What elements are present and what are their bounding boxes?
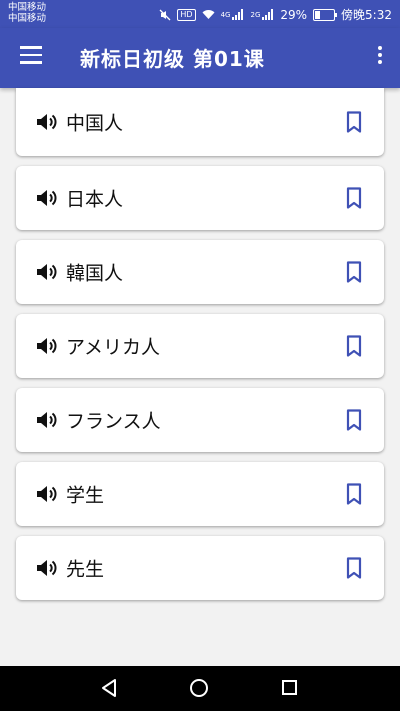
carrier-info: 中国移动 中国移动 xyxy=(8,2,46,24)
word-text: アメリカ人 xyxy=(66,336,161,359)
bookmark-border-icon[interactable] xyxy=(346,335,362,357)
signal-icon xyxy=(232,9,244,20)
status-icons: HD 4G 2G 29% 傍晚5:32 xyxy=(159,6,392,23)
word-text: フランス人 xyxy=(66,410,161,433)
recents-icon[interactable] xyxy=(282,680,297,695)
volume-up-icon[interactable] xyxy=(36,262,58,282)
word-card[interactable]: アメリカ人 xyxy=(16,314,384,378)
word-card[interactable]: 中国人 xyxy=(16,88,384,156)
hd-badge: HD xyxy=(177,8,196,21)
word-text: 先生 xyxy=(66,558,105,581)
word-text: 日本人 xyxy=(66,188,124,211)
system-nav-bar xyxy=(0,666,400,711)
battery-icon xyxy=(313,8,338,21)
network-type-1: 4G xyxy=(220,10,231,19)
bookmark-border-icon[interactable] xyxy=(346,111,362,133)
word-card[interactable]: フランス人 xyxy=(16,388,384,452)
app-bar: 新标日初级 第01课 xyxy=(0,28,400,88)
bookmark-border-icon[interactable] xyxy=(346,409,362,431)
word-card[interactable]: 学生 xyxy=(16,462,384,526)
page-title: 新标日初级 第01课 xyxy=(80,47,265,71)
battery-level xyxy=(315,10,321,19)
word-card[interactable]: 韓国人 xyxy=(16,240,384,304)
signal-icon xyxy=(262,9,274,20)
volume-up-icon[interactable] xyxy=(36,410,58,430)
word-card[interactable]: 先生 xyxy=(16,536,384,600)
more-vert-icon[interactable] xyxy=(376,46,384,70)
menu-icon[interactable] xyxy=(20,46,42,64)
wifi-icon xyxy=(202,10,215,19)
bookmark-border-icon[interactable] xyxy=(346,261,362,283)
back-icon[interactable] xyxy=(100,678,120,698)
battery-percent: 29% xyxy=(280,7,308,22)
word-list: 中国人日本人韓国人アメリカ人フランス人学生先生 xyxy=(16,88,384,610)
carrier-name-2: 中国移动 xyxy=(8,13,47,24)
mute-icon xyxy=(159,9,171,20)
network-type-2: 2G xyxy=(250,10,261,19)
carrier-name-1: 中国移动 xyxy=(8,2,47,13)
word-text: 学生 xyxy=(66,484,105,507)
volume-up-icon[interactable] xyxy=(36,188,58,208)
bookmark-border-icon[interactable] xyxy=(346,557,362,579)
word-card[interactable]: 日本人 xyxy=(16,166,384,230)
status-bar: 中国移动 中国移动 HD 4G 2G 29% 傍晚5:32 xyxy=(0,0,400,28)
volume-up-icon[interactable] xyxy=(36,336,58,356)
volume-up-icon[interactable] xyxy=(36,558,58,578)
word-text: 韓国人 xyxy=(66,262,124,285)
status-time: 傍晚5:32 xyxy=(341,8,392,22)
volume-up-icon[interactable] xyxy=(36,484,58,504)
volume-up-icon[interactable] xyxy=(36,112,58,132)
home-icon[interactable] xyxy=(190,679,208,697)
word-text: 中国人 xyxy=(66,112,124,135)
bookmark-border-icon[interactable] xyxy=(346,187,362,209)
bookmark-border-icon[interactable] xyxy=(346,483,362,505)
